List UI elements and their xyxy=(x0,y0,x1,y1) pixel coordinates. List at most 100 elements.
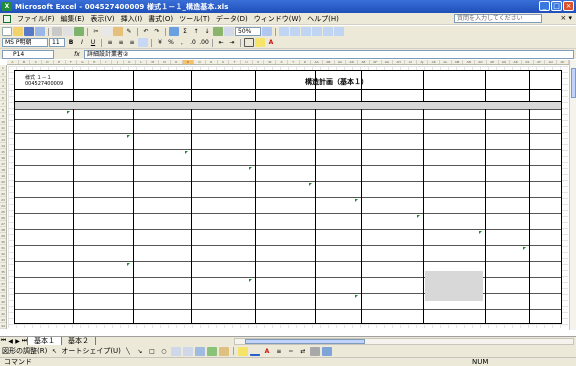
formula-input[interactable]: 詳細設計業者② xyxy=(84,49,574,59)
fx-icon[interactable]: fx xyxy=(70,51,84,58)
decrease-decimal-icon[interactable]: .00 xyxy=(199,38,209,47)
comment-marker[interactable] xyxy=(309,183,312,186)
comment-marker[interactable] xyxy=(523,247,526,250)
undo-icon[interactable]: ↶ xyxy=(141,27,151,36)
merge-center-icon[interactable] xyxy=(138,38,148,47)
new-icon[interactable] xyxy=(2,27,12,36)
review-icon-1[interactable] xyxy=(279,27,289,36)
prev-sheet-icon[interactable]: ◀ xyxy=(7,338,14,345)
menu-insert[interactable]: 挿入(I) xyxy=(118,14,146,24)
draw-menu-button[interactable]: 図形の調整(R) xyxy=(2,346,47,356)
menu-window[interactable]: ウィンドウ(W) xyxy=(251,14,304,24)
zoom-select[interactable]: 50% xyxy=(235,27,261,36)
close-workbook-icon[interactable]: × ▾ xyxy=(560,14,572,22)
sort-descending-icon[interactable]: ↓ xyxy=(202,27,212,36)
oval-icon[interactable]: ○ xyxy=(159,347,169,356)
autosum-icon[interactable]: Σ xyxy=(180,27,190,36)
align-left-icon[interactable]: ≡ xyxy=(105,38,115,47)
save-icon[interactable] xyxy=(24,27,34,36)
review-icon-5[interactable] xyxy=(323,27,333,36)
decrease-indent-icon[interactable]: ⇤ xyxy=(216,38,226,47)
borders-icon[interactable] xyxy=(244,38,254,47)
vertical-scrollbar[interactable] xyxy=(569,60,576,330)
increase-indent-icon[interactable]: ⇥ xyxy=(227,38,237,47)
comment-marker[interactable] xyxy=(185,151,188,154)
structural-plan-form[interactable]: 様式 １－１ 004527400009 構造計画（基本１） xyxy=(14,70,562,324)
wordart-icon[interactable] xyxy=(182,346,193,356)
review-icon-3[interactable] xyxy=(301,27,311,36)
horizontal-scroll-thumb[interactable] xyxy=(245,338,365,344)
spelling-icon[interactable] xyxy=(74,27,84,36)
menu-data[interactable]: データ(D) xyxy=(213,14,251,24)
font-color-icon[interactable]: A xyxy=(266,38,276,47)
comment-marker[interactable] xyxy=(249,167,252,170)
open-icon[interactable] xyxy=(13,27,23,36)
restore-button[interactable]: □ xyxy=(551,1,562,11)
cut-icon[interactable]: ✂ xyxy=(91,27,101,36)
comment-marker[interactable] xyxy=(127,135,130,138)
comment-marker[interactable] xyxy=(67,111,70,114)
print-icon[interactable] xyxy=(52,27,62,36)
line-color-icon[interactable] xyxy=(249,347,260,356)
help-search-input[interactable]: 質問を入力してください xyxy=(454,14,542,23)
review-icon-2[interactable] xyxy=(290,27,300,36)
diagram-icon[interactable] xyxy=(194,346,205,356)
underline-button[interactable]: U xyxy=(88,38,98,47)
copy-icon[interactable] xyxy=(102,27,112,36)
italic-button[interactable]: I xyxy=(77,38,87,47)
format-painter-icon[interactable]: ✎ xyxy=(124,27,134,36)
clipart-icon[interactable] xyxy=(206,346,217,356)
minimize-button[interactable]: _ xyxy=(539,1,550,11)
chart-wizard-icon[interactable] xyxy=(213,27,223,36)
comment-marker[interactable] xyxy=(479,231,482,234)
comment-marker[interactable] xyxy=(249,279,252,282)
menu-tools[interactable]: ツール(T) xyxy=(176,14,213,24)
close-button[interactable]: × xyxy=(563,1,574,11)
permission-icon[interactable] xyxy=(35,27,45,36)
workbook-icon[interactable] xyxy=(3,14,11,23)
menu-view[interactable]: 表示(V) xyxy=(87,14,117,24)
align-right-icon[interactable]: ≡ xyxy=(127,38,137,47)
line-icon[interactable]: ╲ xyxy=(123,347,133,356)
percent-icon[interactable]: % xyxy=(166,38,176,47)
comment-marker[interactable] xyxy=(355,199,358,202)
review-icon-6[interactable] xyxy=(334,27,344,36)
font-size-select[interactable]: 11 xyxy=(49,38,65,47)
font-name-select[interactable]: MS P明朝 xyxy=(2,38,48,47)
menu-file[interactable]: ファイル(F) xyxy=(14,14,58,24)
comment-marker[interactable] xyxy=(417,215,420,218)
arrow-style-icon[interactable]: ⇄ xyxy=(298,347,308,356)
bold-button[interactable]: B xyxy=(66,38,76,47)
hyperlink-icon[interactable] xyxy=(169,27,179,36)
shadow-icon[interactable] xyxy=(309,346,320,356)
line-style-icon[interactable]: ≡ xyxy=(274,347,284,356)
drawing-icon[interactable] xyxy=(224,27,234,36)
horizontal-scrollbar[interactable] xyxy=(234,337,574,345)
textbox-icon[interactable] xyxy=(170,346,181,356)
increase-decimal-icon[interactable]: .0 xyxy=(188,38,198,47)
align-center-icon[interactable]: ≡ xyxy=(116,38,126,47)
worksheet[interactable]: ABCDEFGH IJKLMNOP QRSTUVWX Y Z AA AB AC AD AE A… xyxy=(0,60,576,336)
print-preview-icon[interactable] xyxy=(63,27,73,36)
menu-help[interactable]: ヘルプ(H) xyxy=(304,14,342,24)
vertical-scroll-thumb[interactable] xyxy=(571,68,576,98)
sort-ascending-icon[interactable]: ↑ xyxy=(191,27,201,36)
name-box[interactable]: P14 xyxy=(2,49,54,59)
menu-format[interactable]: 書式(O) xyxy=(145,14,176,24)
redo-icon[interactable]: ↷ xyxy=(152,27,162,36)
autoshapes-button[interactable]: オートシェイプ(U) xyxy=(61,346,121,356)
dash-style-icon[interactable]: ┅ xyxy=(286,347,296,356)
paste-icon[interactable] xyxy=(113,27,123,36)
arrow-icon[interactable]: ↘ xyxy=(135,347,145,356)
fill-color-icon[interactable] xyxy=(255,38,265,47)
comma-icon[interactable]: , xyxy=(177,38,187,47)
fill-color-icon[interactable] xyxy=(237,346,248,356)
select-objects-icon[interactable]: ↖ xyxy=(49,347,59,356)
3d-icon[interactable] xyxy=(321,346,332,356)
menu-edit[interactable]: 編集(E) xyxy=(58,14,88,24)
next-sheet-icon[interactable]: ▶ xyxy=(14,338,21,345)
help-icon[interactable] xyxy=(262,27,272,36)
comment-marker[interactable] xyxy=(355,295,358,298)
comment-marker[interactable] xyxy=(127,263,130,266)
column-headers[interactable]: ABCDEFGH IJKLMNOP QRSTUVWX Y Z AA AB AC AD AE A… xyxy=(7,60,569,65)
